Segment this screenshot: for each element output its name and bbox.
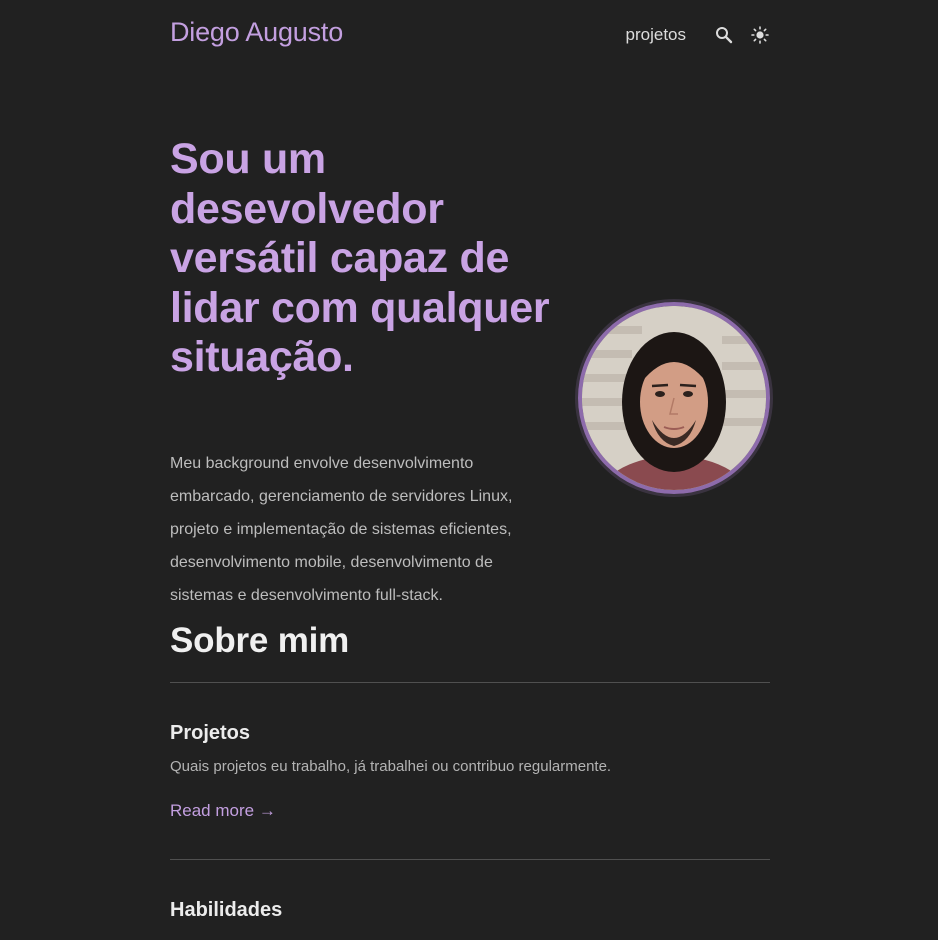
sun-icon: [751, 26, 769, 44]
hero-section: Sou um desevolvedor versátil capaz de li…: [170, 72, 770, 618]
hero-description: Meu background envolve desenvolvimento e…: [170, 455, 513, 604]
about-section: Sobre mim Projetos Quais projetos eu tra…: [170, 618, 770, 924]
card-description: Quais projetos eu trabalho, já trabalhei…: [170, 758, 612, 775]
theme-toggle-button[interactable]: [750, 24, 770, 46]
card-title: Habilidades: [170, 899, 283, 921]
nav-link-projetos[interactable]: projetos: [626, 25, 686, 45]
site-title-link[interactable]: Diego Augusto: [170, 17, 343, 48]
card-habilidades: Habilidades: [170, 860, 770, 924]
avatar: [578, 302, 770, 494]
card-projetos: Projetos Quais projetos eu trabalho, já …: [170, 683, 770, 860]
site-header: Diego Augusto projetos: [170, 0, 770, 72]
read-more-link[interactable]: Read more →: [170, 801, 276, 821]
page: Diego Augusto projetos Sou um desevolved…: [170, 0, 770, 924]
main-nav: projetos: [626, 24, 770, 46]
section-title: Sobre mim: [170, 621, 350, 660]
hero-title: Sou um desevolvedor versátil capaz de li…: [170, 135, 550, 382]
search-button[interactable]: [714, 24, 734, 46]
search-icon: [716, 27, 733, 44]
profile-photo: [582, 306, 766, 490]
card-title: Projetos: [170, 722, 251, 744]
